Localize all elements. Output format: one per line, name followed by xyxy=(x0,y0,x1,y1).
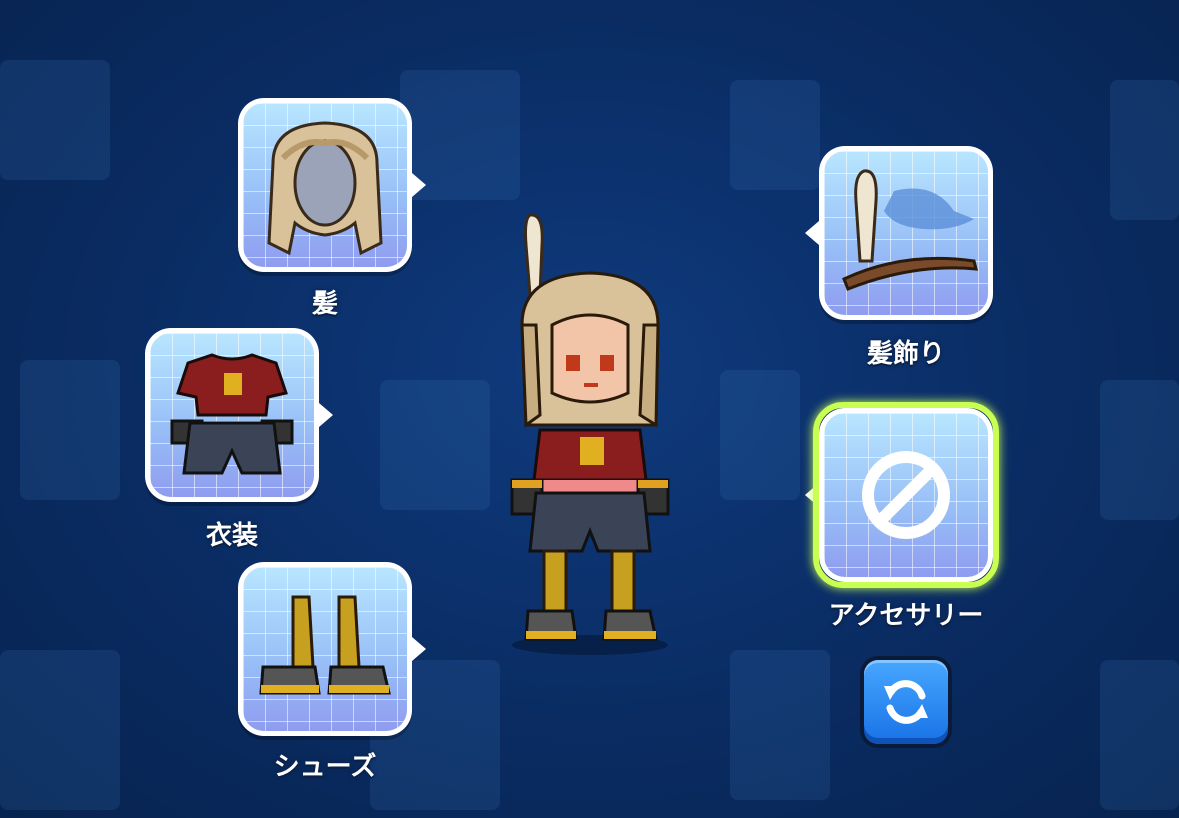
shoes-label: シューズ xyxy=(273,752,377,782)
hair-accessory-label: 髪飾り xyxy=(866,339,946,369)
hair-slot[interactable] xyxy=(238,98,412,272)
costume-icon xyxy=(170,353,294,475)
feather-hat-icon xyxy=(842,169,978,291)
costume-label: 衣装 xyxy=(205,521,259,551)
refresh-button[interactable] xyxy=(860,656,952,748)
shoes-slot[interactable] xyxy=(238,562,412,736)
accessory-slot[interactable] xyxy=(813,402,999,588)
costume-slot[interactable] xyxy=(145,328,319,502)
hair-accessory-slot[interactable] xyxy=(819,146,993,320)
hair-label: 髪 xyxy=(311,289,339,319)
avatar-customize-screen: { "slots": { "hair": { "label": "髪", "ic… xyxy=(0,0,1179,818)
accessory-label: アクセサリー xyxy=(828,601,984,631)
hair-icon xyxy=(267,121,383,256)
refresh-icon xyxy=(884,680,928,724)
none-icon xyxy=(862,451,950,539)
shoes-icon xyxy=(259,595,391,695)
character-preview xyxy=(510,213,670,655)
